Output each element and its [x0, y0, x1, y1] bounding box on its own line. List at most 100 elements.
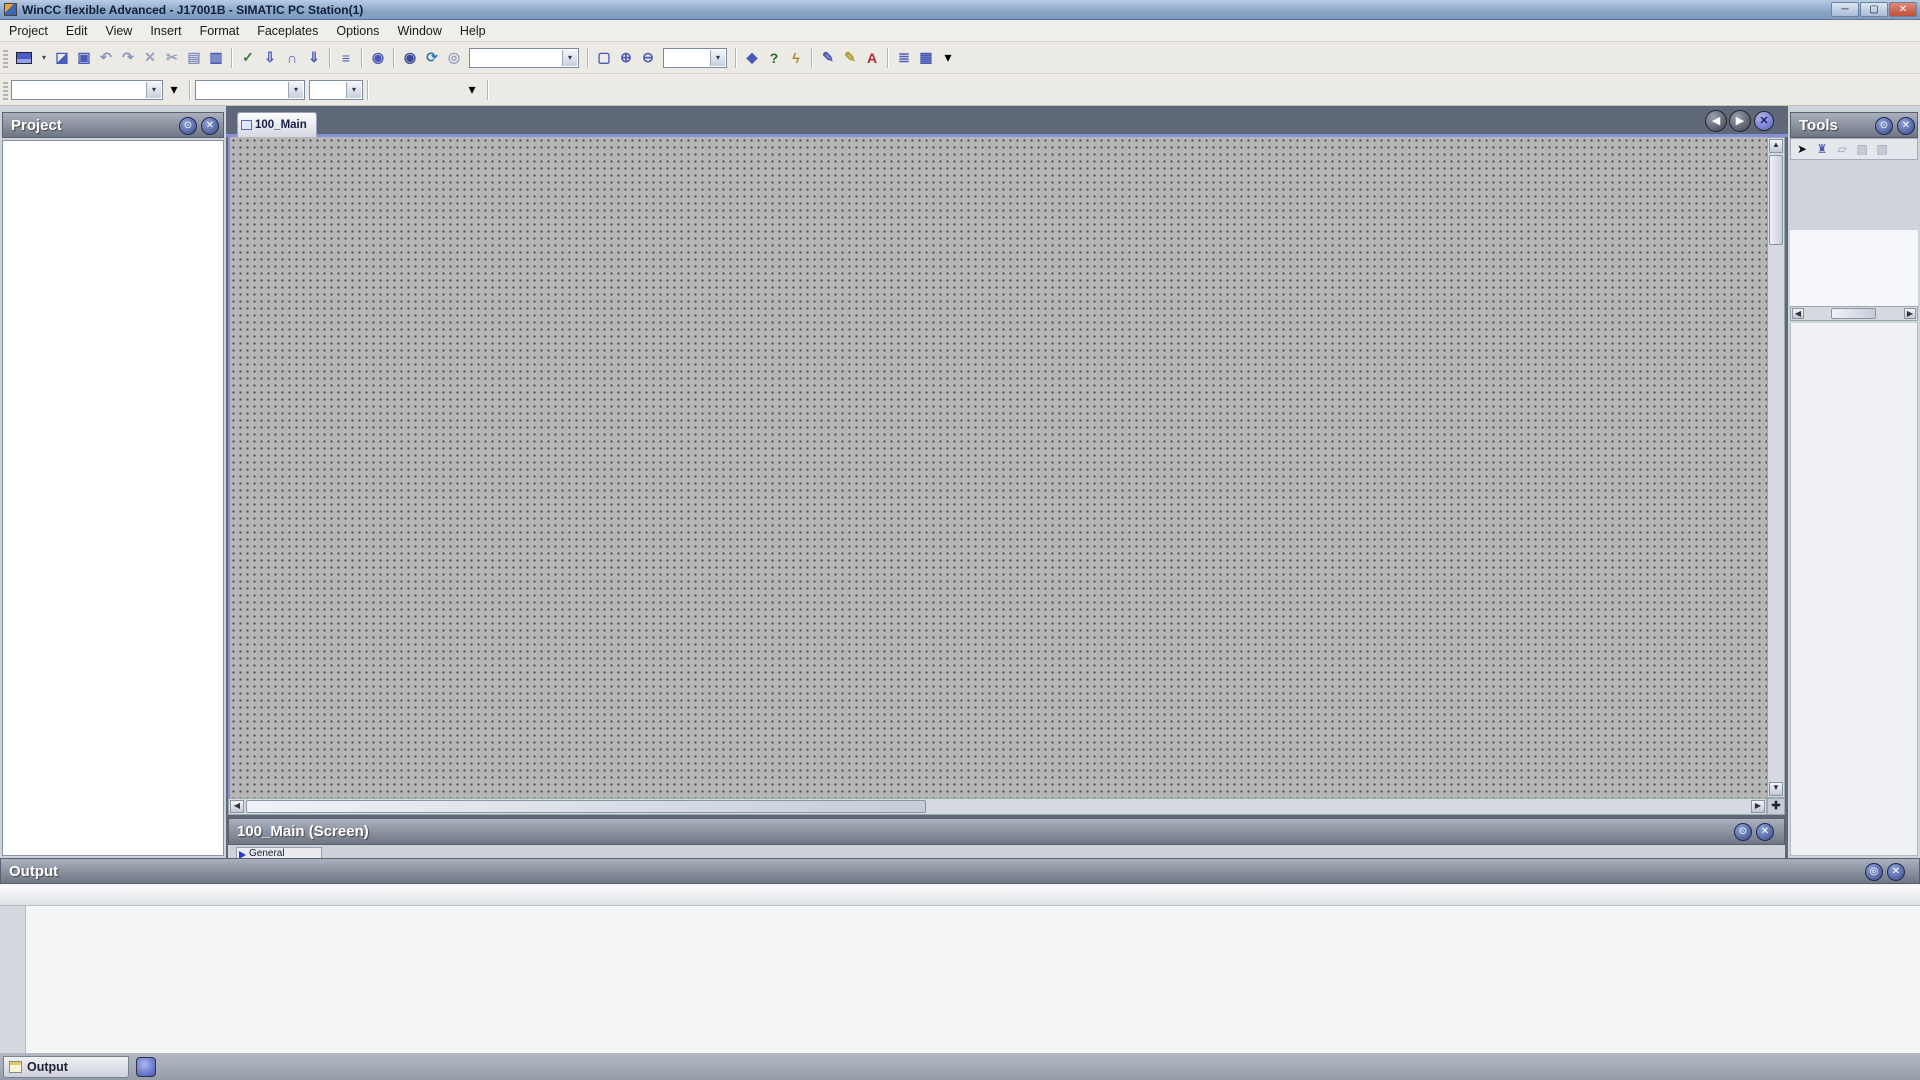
application-window: WinCC flexible Advanced - J17001B - SIMA… — [0, 0, 1920, 1080]
redo-icon[interactable]: ↷ — [117, 47, 139, 69]
project-panel-title: Project — [3, 117, 62, 134]
cut-icon[interactable]: ✂ — [161, 47, 183, 69]
pin-icon[interactable]: ⊙ — [1734, 823, 1752, 841]
close-button[interactable]: ✕ — [1889, 2, 1917, 17]
find-icon[interactable]: ◉ — [399, 47, 421, 69]
canvas-pan-icon[interactable]: ✚ — [1767, 798, 1785, 815]
tools-horizontal-scrollbar[interactable]: ◀ ▶ — [1790, 306, 1918, 321]
delete-icon[interactable]: ✕ — [139, 47, 161, 69]
table-icon[interactable]: ▦ — [915, 47, 937, 69]
generate-icon[interactable]: ⇩ — [259, 47, 281, 69]
menu-bar: ProjectEditViewInsertFormatFaceplatesOpt… — [0, 20, 1920, 42]
properties-tab-general[interactable]: General — [236, 847, 322, 858]
menu-window[interactable]: Window — [388, 21, 450, 41]
transfer-icon[interactable]: ⇓ — [303, 47, 325, 69]
tab-100-main[interactable]: 100_Main — [237, 112, 317, 137]
close-editor-icon[interactable]: ✕ — [1754, 111, 1774, 131]
copy-icon: ▤ — [187, 49, 200, 66]
zoom-combo[interactable]: ▾ — [663, 48, 727, 68]
copy-icon[interactable]: ▤ — [183, 47, 205, 69]
screen-editor: 100_Main ◀ ▶ ✕ ▲ ▼ ◀ ▶ ✚ 100_Main (Scree… — [226, 106, 1788, 858]
menu-format[interactable]: Format — [191, 21, 249, 41]
pin-icon[interactable]: ⊙ — [179, 117, 197, 135]
edit-object-icon[interactable]: ▨ — [1853, 140, 1871, 158]
strike-button[interactable] — [439, 79, 461, 101]
screen-icon — [241, 120, 252, 130]
toolbar-overflow-icon[interactable]: ▾ — [937, 47, 959, 69]
chevron-down-icon: ▾ — [288, 82, 303, 98]
output-list-icon — [9, 1061, 22, 1073]
wizard-icon[interactable]: ϟ — [785, 47, 807, 69]
chevron-down-icon[interactable]: ▾ — [461, 79, 483, 101]
output-tab-label: Output — [27, 1060, 68, 1074]
tools-panel-title: Tools — [1791, 117, 1838, 134]
sync-icon[interactable]: ⟳ — [421, 47, 443, 69]
close-icon[interactable]: ✕ — [1897, 117, 1915, 135]
canvas-vertical-scrollbar[interactable]: ▲ ▼ — [1767, 137, 1785, 798]
dock-icon[interactable]: ◎ — [1865, 863, 1883, 881]
nav-back-icon[interactable]: ◀ — [1705, 110, 1727, 132]
process-status-icon[interactable] — [136, 1057, 156, 1077]
menu-options[interactable]: Options — [327, 21, 388, 41]
app-icon — [4, 3, 17, 16]
close-icon[interactable]: ✕ — [1887, 863, 1905, 881]
save-icon[interactable]: ▣ — [73, 47, 95, 69]
title-bar: WinCC flexible Advanced - J17001B - SIMA… — [0, 0, 1920, 20]
underline-button[interactable] — [417, 79, 439, 101]
zoom-in-icon[interactable]: ⊕ — [615, 47, 637, 69]
menu-view[interactable]: View — [96, 21, 141, 41]
new-object-icon[interactable]: ▱ — [1833, 140, 1851, 158]
canvas-horizontal-scrollbar[interactable]: ◀ ▶ — [228, 798, 1767, 815]
menu-edit[interactable]: Edit — [57, 21, 97, 41]
line-style-icon[interactable]: ≣ — [893, 47, 915, 69]
find-next-icon: ◎ — [448, 49, 460, 66]
open-project-icon[interactable]: ◪ — [51, 47, 73, 69]
pointer-tool-icon[interactable]: ➤ — [1793, 140, 1811, 158]
menu-faceplates[interactable]: Faceplates — [248, 21, 327, 41]
pin-icon[interactable]: ⊙ — [1875, 117, 1893, 135]
rearrange-icon[interactable]: ≡ — [335, 47, 357, 69]
maximize-button[interactable]: ▢ — [1860, 2, 1888, 17]
delete-object-icon[interactable]: ▧ — [1873, 140, 1891, 158]
screen-canvas[interactable] — [228, 137, 1767, 798]
help-mode-icon[interactable]: ? — [763, 47, 785, 69]
pen-color-icon[interactable]: ✎ — [817, 47, 839, 69]
find-replace-icon[interactable]: ◉ — [367, 47, 389, 69]
close-icon[interactable]: ✕ — [201, 117, 219, 135]
find-icon: ◉ — [404, 49, 416, 66]
stamp-tool-icon[interactable]: ♜ — [1813, 140, 1831, 158]
new-button[interactable]: ▾ — [11, 47, 51, 69]
diamond-icon[interactable]: ◆ — [741, 47, 763, 69]
diamond-icon: ◆ — [747, 49, 758, 66]
menu-insert[interactable]: Insert — [141, 21, 190, 41]
minimize-button[interactable]: ─ — [1831, 2, 1859, 17]
menu-help[interactable]: Help — [451, 21, 495, 41]
close-icon[interactable]: ✕ — [1756, 823, 1774, 841]
font-size-combo[interactable]: ▾ — [309, 80, 363, 100]
select-area-icon[interactable]: ▢ — [593, 47, 615, 69]
font-combo[interactable]: ▾ — [195, 80, 305, 100]
font-color-icon[interactable]: A — [861, 47, 883, 69]
chevron-down-icon[interactable]: ▾ — [163, 79, 185, 101]
output-tab-button[interactable]: Output — [3, 1056, 129, 1078]
menu-project[interactable]: Project — [0, 21, 57, 41]
highlight-color-icon[interactable]: ✎ — [839, 47, 861, 69]
new-screen-icon — [16, 52, 32, 64]
italic-button[interactable] — [395, 79, 417, 101]
undo-icon[interactable]: ↶ — [95, 47, 117, 69]
properties-panel-header: 100_Main (Screen) ⊙ ✕ — [228, 818, 1785, 845]
zoom-in-icon: ⊕ — [620, 49, 632, 66]
nav-forward-icon[interactable]: ▶ — [1729, 110, 1751, 132]
language-combo[interactable]: ▾ — [11, 80, 163, 100]
zoom-out-icon[interactable]: ⊖ — [637, 47, 659, 69]
object-search-combo[interactable]: ▾ — [469, 48, 579, 68]
paste-icon[interactable]: ▥ — [205, 47, 227, 69]
find-next-icon[interactable]: ◎ — [443, 47, 465, 69]
check-consistency-icon[interactable]: ✓ — [237, 47, 259, 69]
bold-button[interactable] — [373, 79, 395, 101]
properties-tab-label: General — [249, 848, 285, 858]
undo-icon: ↶ — [100, 49, 112, 66]
toolbar-format: ▾▾▾▾▾ — [0, 74, 1920, 106]
simulate-icon[interactable]: ∩ — [281, 47, 303, 69]
sync-icon: ⟳ — [426, 49, 438, 66]
